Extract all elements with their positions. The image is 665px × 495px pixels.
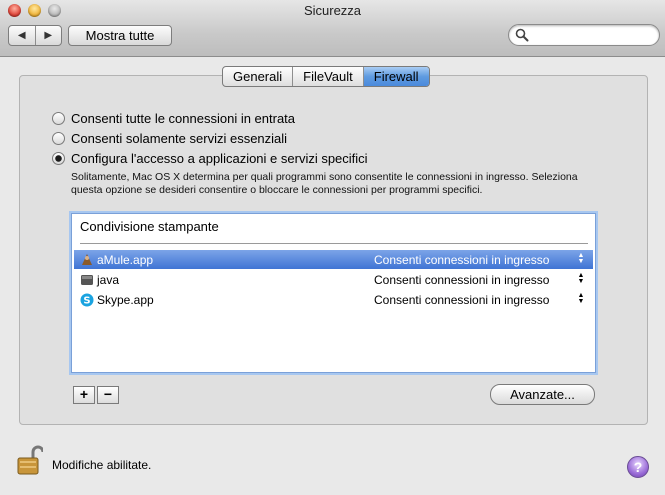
option-description: Solitamente, Mac OS X determina per qual… bbox=[71, 171, 578, 196]
tab-bar: Generali FileVault Firewall bbox=[222, 66, 430, 87]
navigation-segment: ◀ ▶ bbox=[8, 25, 62, 46]
connection-status-popup[interactable]: Consenti connessioni in ingresso bbox=[374, 253, 549, 267]
java-icon bbox=[81, 274, 93, 285]
forward-arrow-icon: ▶ bbox=[44, 30, 53, 41]
help-button[interactable]: ? bbox=[627, 456, 649, 478]
option-label: Configura l'accesso a applicazioni e ser… bbox=[71, 150, 368, 166]
back-arrow-icon: ◀ bbox=[17, 30, 26, 41]
add-app-button[interactable]: + bbox=[73, 386, 95, 404]
connection-status-popup[interactable]: Consenti connessioni in ingresso bbox=[374, 293, 549, 307]
svg-text:S: S bbox=[83, 295, 90, 306]
list-row-java[interactable]: java Consenti connessioni in ingresso ▲ ▼ bbox=[74, 270, 593, 289]
lock-status-label: Modifiche abilitate. bbox=[52, 458, 152, 472]
advanced-button[interactable]: Avanzate... bbox=[490, 384, 595, 405]
search-icon bbox=[515, 28, 529, 42]
skype-icon: S bbox=[80, 293, 94, 306]
list-row-skype[interactable]: S Skype.app Consenti connessioni in ingr… bbox=[74, 290, 593, 309]
amule-icon bbox=[82, 253, 92, 265]
search-field[interactable] bbox=[508, 24, 660, 46]
show-all-button[interactable]: Mostra tutte bbox=[68, 25, 172, 46]
unlocked-lock-icon[interactable] bbox=[17, 444, 43, 476]
app-name: Skype.app bbox=[97, 292, 154, 307]
option-label: Consenti tutte le connessioni in entrata bbox=[71, 110, 296, 126]
app-name: aMule.app bbox=[97, 252, 154, 267]
toolbar: Sicurezza ◀ ▶ Mostra tutte bbox=[0, 0, 665, 57]
preferences-window: Sicurezza ◀ ▶ Mostra tutte Generali File… bbox=[0, 0, 665, 495]
popup-arrows-icon: ▲ ▼ bbox=[577, 272, 585, 285]
forward-button[interactable]: ▶ bbox=[34, 26, 62, 45]
radio-allow-all[interactable] bbox=[52, 111, 65, 125]
radio-specific-apps[interactable] bbox=[52, 151, 65, 165]
add-remove-controls: + − bbox=[73, 386, 119, 404]
back-button[interactable]: ◀ bbox=[9, 26, 35, 45]
option-label: Consenti solamente servizi essenziali bbox=[71, 130, 288, 146]
popup-arrows-icon: ▲ ▼ bbox=[577, 252, 585, 265]
option-allow-all[interactable]: Consenti tutte le connessioni in entrata bbox=[52, 110, 295, 126]
list-row-amule[interactable]: aMule.app Consenti connessioni in ingres… bbox=[74, 250, 593, 269]
list-header-printer-sharing: Condivisione stampante bbox=[80, 219, 588, 244]
option-essential-only[interactable]: Consenti solamente servizi essenziali bbox=[52, 130, 287, 146]
tab-general[interactable]: Generali bbox=[223, 67, 292, 86]
window-title: Sicurezza bbox=[303, 3, 362, 18]
radio-essential-only[interactable] bbox=[52, 131, 65, 145]
connection-status-popup[interactable]: Consenti connessioni in ingresso bbox=[374, 273, 549, 287]
tab-firewall[interactable]: Firewall bbox=[362, 67, 429, 86]
remove-app-button[interactable]: − bbox=[97, 386, 119, 404]
tab-filevault[interactable]: FileVault bbox=[292, 67, 363, 86]
application-list[interactable]: Condivisione stampante aMule.app Consent… bbox=[71, 213, 596, 373]
option-specific-apps[interactable]: Configura l'accesso a applicazioni e ser… bbox=[52, 150, 368, 166]
app-name: java bbox=[97, 272, 120, 287]
popup-arrows-icon: ▲ ▼ bbox=[577, 292, 585, 305]
